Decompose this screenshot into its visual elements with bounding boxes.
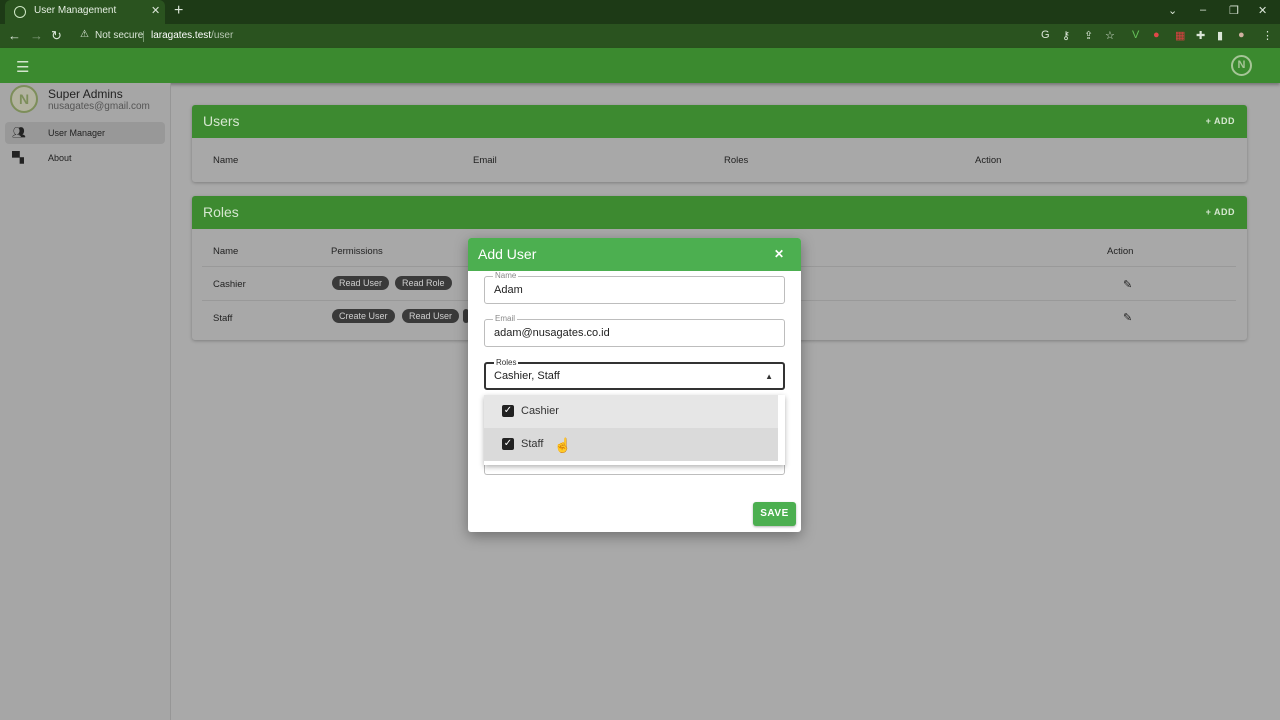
permission-chip: Read User bbox=[332, 276, 390, 290]
new-tab-button[interactable]: + bbox=[174, 2, 183, 20]
email-field-label: Email bbox=[493, 314, 518, 323]
checkbox-checked-icon[interactable]: ✓ bbox=[502, 438, 514, 450]
minimize-icon[interactable]: – bbox=[1200, 4, 1206, 16]
address-bar: ← → ↻ ⚠ Not secure laragates.test/user G… bbox=[0, 24, 1280, 48]
security-label[interactable]: Not secure bbox=[95, 30, 143, 41]
column-header-roles[interactable]: Roles bbox=[724, 155, 748, 166]
dialog-header: Add User ✕ bbox=[468, 238, 801, 271]
add-user-dialog: Add User ✕ Name Adam Email adam@nusagate… bbox=[468, 238, 801, 532]
checkbox-checked-icon[interactable]: ✓ bbox=[502, 405, 514, 417]
separator bbox=[143, 31, 144, 42]
browser-tab[interactable]: User Management ✕ bbox=[5, 0, 165, 24]
role-name: Cashier bbox=[213, 279, 246, 290]
email-field[interactable]: Email adam@nusagates.co.id bbox=[484, 314, 785, 347]
restore-icon[interactable]: ❐ bbox=[1229, 4, 1239, 17]
add-user-button[interactable]: + ADD bbox=[1206, 116, 1235, 126]
caret-up-icon: ▲ bbox=[765, 372, 773, 381]
key-icon[interactable]: ⚷ bbox=[1062, 29, 1070, 42]
url-path: /user bbox=[211, 30, 234, 41]
users-title: Users bbox=[203, 113, 240, 129]
sidebar-item-label: About bbox=[48, 153, 72, 163]
vue-extension-icon[interactable]: V bbox=[1132, 29, 1139, 41]
permission-chip: Read User bbox=[402, 309, 460, 323]
extension-grid-icon[interactable]: ▦ bbox=[1175, 29, 1185, 42]
edit-icon[interactable]: ✎ bbox=[1123, 311, 1132, 324]
profile-avatar-icon[interactable]: ● bbox=[1238, 29, 1245, 41]
more-menu-icon[interactable]: ⋮ bbox=[1262, 29, 1273, 42]
app-logo-icon: N bbox=[1231, 55, 1252, 76]
permission-chip: Create User bbox=[332, 309, 395, 323]
sidebar-item-about[interactable]: ▀▖ About bbox=[5, 147, 165, 169]
column-header-email[interactable]: Email bbox=[473, 155, 497, 166]
google-icon[interactable]: G bbox=[1041, 29, 1050, 41]
name-field-value: Adam bbox=[494, 284, 523, 296]
url-field[interactable]: laragates.test/user bbox=[151, 30, 233, 41]
option-label: Staff bbox=[521, 438, 544, 450]
option-label: Cashier bbox=[521, 405, 559, 417]
close-icon[interactable]: ✕ bbox=[774, 247, 784, 261]
app-toolbar: ☰ N bbox=[0, 48, 1280, 83]
column-header-name[interactable]: Name bbox=[213, 155, 238, 166]
user-email: nusagates@gmail.com bbox=[48, 101, 150, 112]
sidebar-item-label: User Manager bbox=[48, 128, 106, 138]
hand-cursor-icon: ☝ bbox=[554, 437, 572, 453]
browser-tab-bar: User Management ✕ + ⌄ – ❐ ✕ bbox=[0, 0, 1280, 24]
users-card-header: Users + ADD bbox=[192, 105, 1247, 138]
option-staff[interactable]: ✓ Staff ☝ bbox=[484, 428, 778, 461]
window-close-icon[interactable]: ✕ bbox=[1258, 4, 1267, 17]
role-name: Staff bbox=[213, 313, 233, 324]
share-icon[interactable]: ⇪ bbox=[1084, 29, 1093, 42]
roles-field-value: Cashier, Staff bbox=[494, 370, 560, 382]
option-cashier[interactable]: ✓ Cashier bbox=[484, 395, 778, 428]
forward-icon[interactable]: → bbox=[30, 28, 43, 43]
hamburger-menu-icon[interactable]: ☰ bbox=[16, 58, 29, 76]
name-field-label: Name bbox=[493, 271, 519, 280]
obscured-field bbox=[484, 464, 785, 475]
dialog-title: Add User bbox=[478, 246, 537, 262]
favicon-icon bbox=[14, 6, 26, 18]
users-card: Users + ADD Name Email Roles Action bbox=[192, 105, 1247, 182]
roles-dropdown-menu: ✓ Cashier ✓ Staff ☝ bbox=[484, 395, 785, 465]
url-host: laragates.test bbox=[151, 30, 212, 41]
column-header-action[interactable]: Action bbox=[1107, 246, 1133, 257]
column-header-name[interactable]: Name bbox=[213, 246, 238, 257]
tab-title: User Management bbox=[34, 5, 117, 16]
extension-red-icon[interactable]: ● bbox=[1153, 29, 1160, 41]
forum-icon: ▀▖ bbox=[12, 152, 29, 164]
sidepanel-icon[interactable]: ▮ bbox=[1217, 29, 1223, 42]
sidebar: N Super Admins nusagates@gmail.com 👥︎ Us… bbox=[0, 83, 171, 720]
roles-card-header: Roles + ADD bbox=[192, 196, 1247, 229]
add-role-button[interactable]: + ADD bbox=[1206, 207, 1235, 217]
back-icon[interactable]: ← bbox=[8, 28, 21, 43]
user-name: Super Admins bbox=[48, 87, 123, 101]
reload-icon[interactable]: ↻ bbox=[51, 28, 62, 44]
roles-title: Roles bbox=[203, 204, 239, 220]
edit-icon[interactable]: ✎ bbox=[1123, 278, 1132, 291]
bookmark-star-icon[interactable]: ☆ bbox=[1105, 29, 1115, 42]
column-header-permissions[interactable]: Permissions bbox=[331, 246, 383, 257]
people-icon: 👥︎ bbox=[12, 127, 26, 139]
roles-field-label: Roles bbox=[494, 358, 519, 367]
email-field-value: adam@nusagates.co.id bbox=[494, 327, 610, 339]
sidebar-item-user-manager[interactable]: 👥︎ User Manager bbox=[5, 122, 165, 144]
save-button[interactable]: SAVE bbox=[753, 502, 796, 526]
tab-search-icon[interactable]: ⌄ bbox=[1168, 4, 1177, 17]
permission-chip: Read Role bbox=[395, 276, 452, 290]
puzzle-icon[interactable]: ✚ bbox=[1196, 29, 1205, 42]
roles-select[interactable]: Roles Cashier, Staff ▲ bbox=[484, 358, 785, 390]
tab-close-icon[interactable]: ✕ bbox=[151, 4, 160, 17]
column-header-action[interactable]: Action bbox=[975, 155, 1001, 166]
warning-icon[interactable]: ⚠ bbox=[80, 29, 89, 40]
name-field[interactable]: Name Adam bbox=[484, 271, 785, 304]
avatar: N bbox=[10, 85, 38, 113]
